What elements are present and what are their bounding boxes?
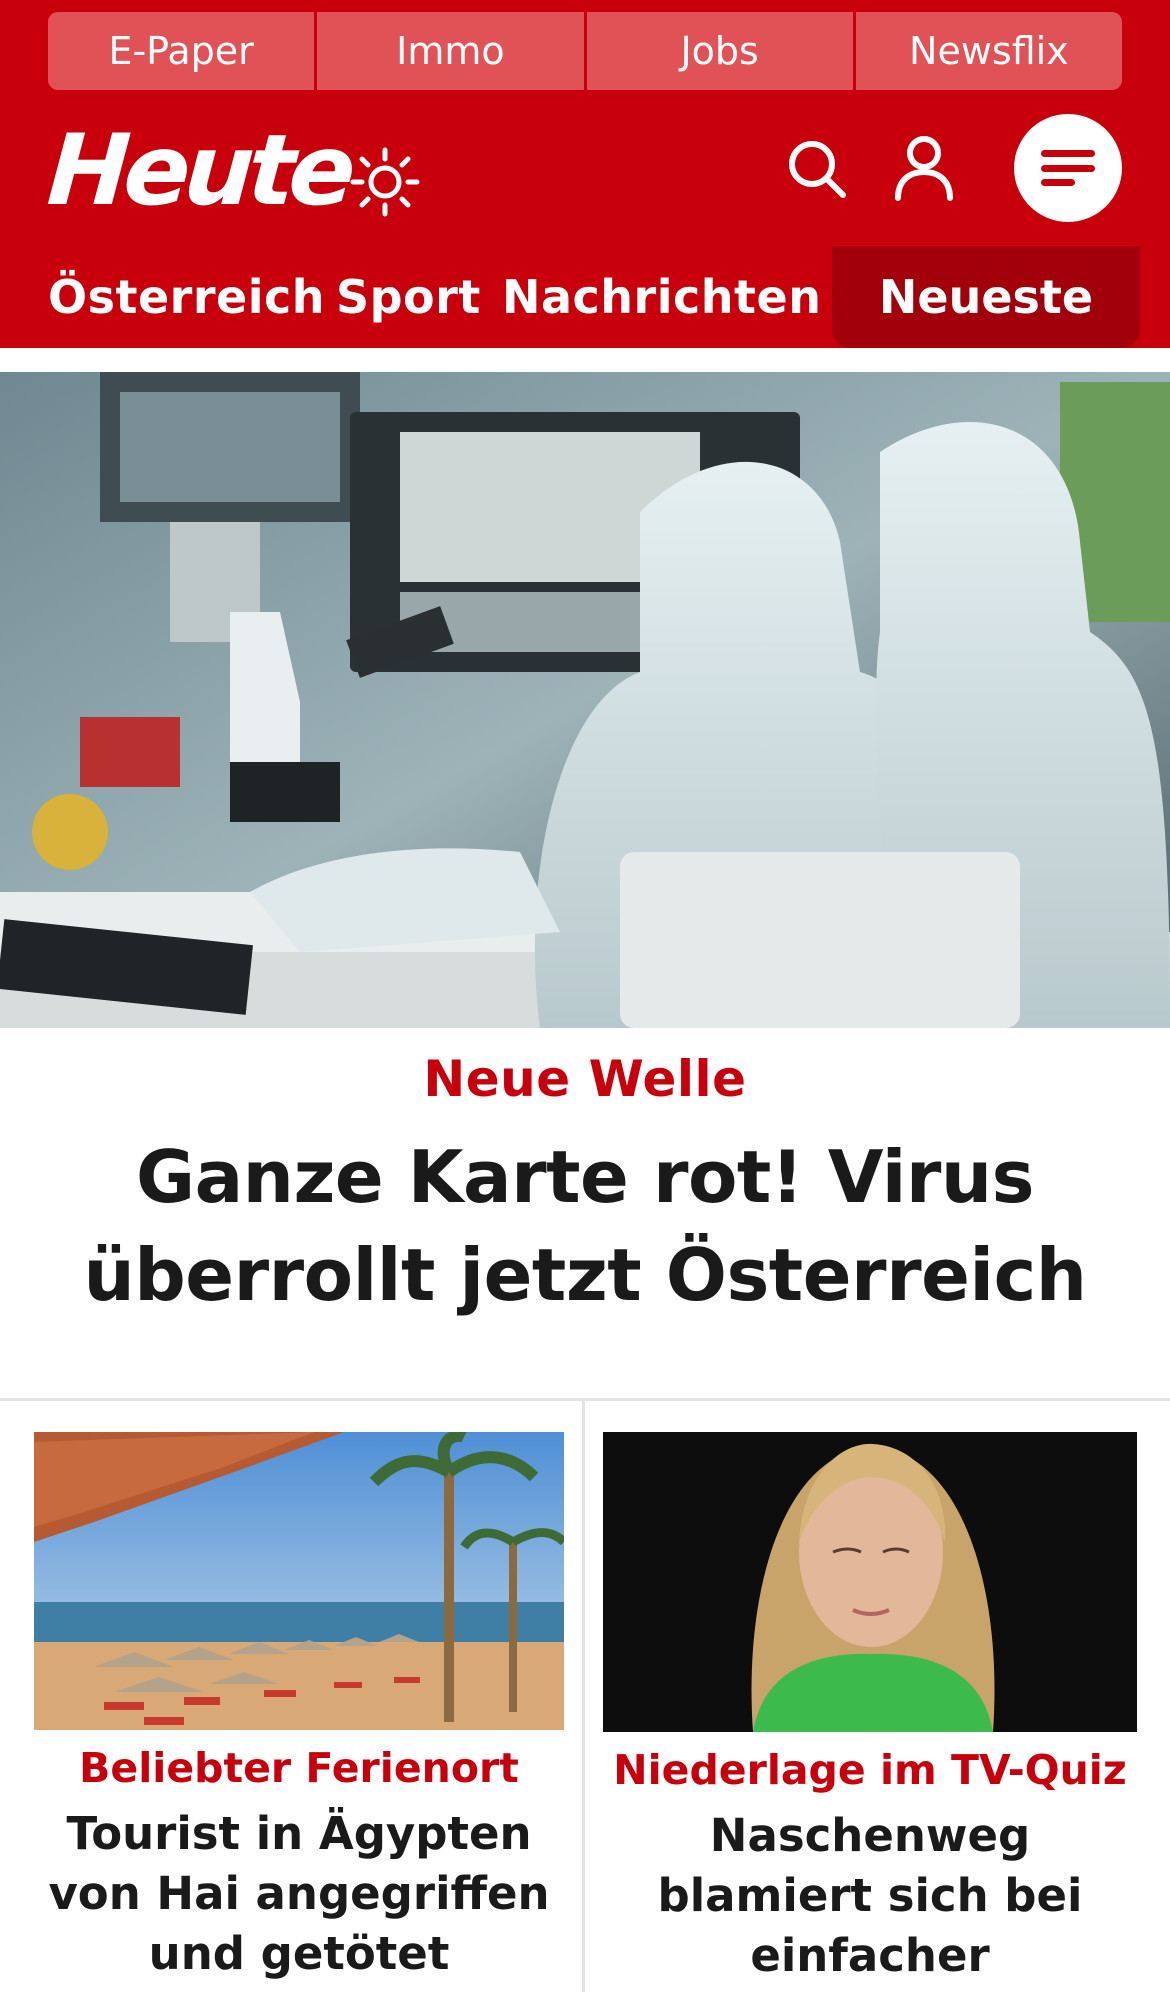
hero-kicker: Neue Welle [423,1050,747,1108]
site-header: E-Paper Immo Jobs Newsflix Heute Österre… [0,0,1170,348]
link-epaper[interactable]: E-Paper [48,12,318,90]
section-divider [0,1398,1170,1401]
search-icon[interactable] [786,138,848,200]
teaser-image-beach[interactable] [34,1432,564,1730]
site-logo[interactable]: Heute [44,114,354,228]
teaser-headline-left[interactable]: Tourist in Ägypten von Hai angegriffen u… [28,1804,570,1984]
teaser-kicker-right: Niederlage im TV-Quiz [613,1746,1127,1794]
header-spacer [0,348,1170,372]
link-immo[interactable]: Immo [317,12,587,90]
service-links-bar: E-Paper Immo Jobs Newsflix [48,12,1122,90]
teaser-kicker-left: Beliebter Ferienort [79,1744,519,1792]
sun-icon[interactable] [350,147,420,217]
user-icon[interactable] [892,134,956,202]
hamburger-icon [1041,150,1095,186]
nav-item-nachrichten[interactable]: Nachrichten [502,246,821,348]
hero-image-lab[interactable] [0,372,1170,1028]
hero-headline[interactable]: Ganze Karte rot! Virus überrollt jetzt Ö… [20,1128,1150,1324]
nav-item-sport[interactable]: Sport [336,246,481,348]
link-jobs[interactable]: Jobs [586,12,856,90]
nav-item-neueste[interactable]: Neueste [832,246,1140,348]
nav-item-oesterreich[interactable]: Österreich [48,246,325,348]
column-divider [582,1401,585,1992]
menu-button[interactable] [1014,114,1122,222]
teaser-image-portrait[interactable] [603,1432,1137,1732]
link-newsflix[interactable]: Newsflix [855,12,1122,90]
teaser-headline-right[interactable]: Naschenweg blamiert sich bei einfacher H… [603,1806,1137,1992]
main-navigation: Österreich Sport Nachrichten Neueste [0,246,1170,348]
